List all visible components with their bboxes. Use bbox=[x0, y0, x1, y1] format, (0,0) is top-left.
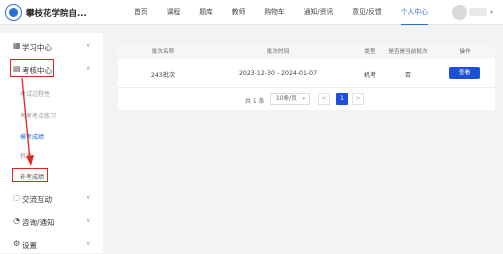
column-header-name: 批次名称 bbox=[151, 49, 175, 55]
cell-batch-time: 2023-12-30 - 2024-01-07 bbox=[238, 70, 318, 77]
cell-batch-name: 243批次 bbox=[150, 72, 176, 79]
page-size-select[interactable]: 10条/页 ▾ bbox=[270, 93, 310, 105]
cell-is-current: 否 bbox=[404, 72, 412, 79]
page-number-current[interactable]: 1 bbox=[336, 93, 348, 105]
page-size-value: 10条/页 bbox=[276, 96, 297, 102]
annotation-arrow-icon bbox=[21, 77, 34, 166]
column-header-time: 批次时间 bbox=[266, 49, 290, 55]
column-header-action: 操作 bbox=[459, 49, 471, 55]
prev-page-button[interactable]: < bbox=[318, 93, 330, 105]
view-button[interactable]: 查看 bbox=[449, 67, 480, 79]
table-header: 批次名称 批次时间 类型 是否是当前批次 操作 bbox=[118, 42, 495, 59]
cell-batch-type: 机考 bbox=[363, 72, 377, 79]
column-header-current: 是否是当前批次 bbox=[388, 49, 428, 55]
pagination-total: 共 1 条 bbox=[245, 98, 265, 105]
row-divider bbox=[118, 87, 495, 88]
chevron-down-icon: ▾ bbox=[302, 96, 305, 102]
column-header-type: 类型 bbox=[364, 49, 376, 55]
next-page-button[interactable]: > bbox=[352, 93, 364, 105]
